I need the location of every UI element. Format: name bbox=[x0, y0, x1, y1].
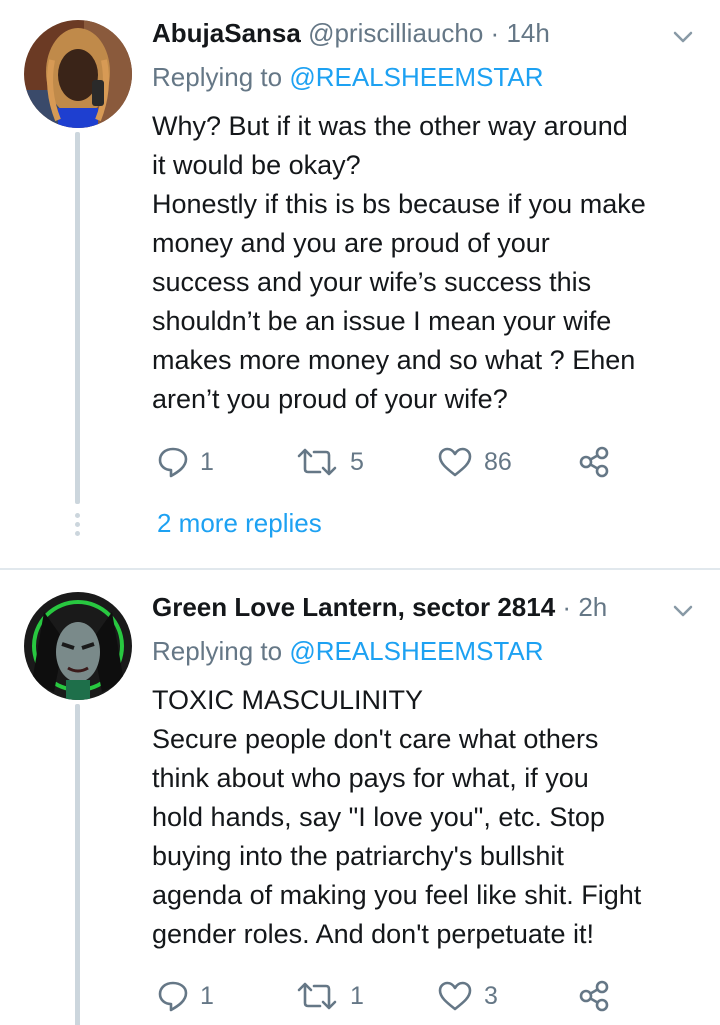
like-button[interactable]: 86 bbox=[438, 442, 512, 482]
reply-button[interactable]: 1 bbox=[158, 442, 214, 482]
thread-more-dots bbox=[75, 513, 80, 540]
retweet-icon bbox=[297, 982, 337, 1010]
timestamp[interactable]: 14h bbox=[506, 18, 549, 48]
tweet-header: Green Love Lantern, sector 2814 · 2h bbox=[152, 590, 607, 624]
like-count: 86 bbox=[484, 447, 512, 476]
replying-to: Replying to @REALSHEEMSTAR bbox=[152, 60, 544, 94]
tweet-text-line: Honestly if this is bs because if you ma… bbox=[152, 189, 646, 219]
retweet-count: 1 bbox=[350, 981, 364, 1010]
tweet-text: Why? But if it was the other way around … bbox=[152, 107, 702, 419]
replying-to-label: Replying to bbox=[152, 636, 290, 666]
tweet-text-line: buying into the patriarchy's bullshit bbox=[152, 841, 564, 871]
share-button[interactable] bbox=[578, 442, 610, 482]
chevron-down-icon[interactable] bbox=[672, 600, 694, 622]
reply-button[interactable]: 1 bbox=[158, 976, 214, 1016]
thread-line bbox=[75, 704, 80, 1025]
avatar[interactable] bbox=[24, 20, 132, 128]
tweet-text-line: hold hands, say "I love you", etc. Stop bbox=[152, 802, 605, 832]
share-button[interactable] bbox=[578, 976, 610, 1016]
like-count: 3 bbox=[484, 981, 498, 1010]
timestamp[interactable]: 2h bbox=[578, 592, 607, 622]
tweet-text-line: money and you are proud of your bbox=[152, 228, 550, 258]
tweet-text-line: shouldn’t be an issue I mean your wife bbox=[152, 306, 612, 336]
tweet-2[interactable]: Green Love Lantern, sector 2814 · 2h Rep… bbox=[0, 570, 720, 1025]
action-bar: 1 5 86 bbox=[152, 442, 632, 482]
tweet-text-line: success and your wife’s success this bbox=[152, 267, 592, 297]
replying-to-label: Replying to bbox=[152, 62, 290, 92]
user-handle[interactable]: @priscilliaucho bbox=[308, 18, 483, 48]
tweet-text-line: Why? But if it was the other way around bbox=[152, 111, 628, 141]
share-icon bbox=[579, 980, 609, 1012]
tweet-text-line: it would be okay? bbox=[152, 150, 361, 180]
avatar[interactable] bbox=[24, 592, 132, 700]
tweet-header: AbujaSansa @priscilliaucho · 14h bbox=[152, 16, 550, 50]
chevron-down-icon[interactable] bbox=[672, 26, 694, 48]
heart-icon bbox=[438, 447, 472, 477]
like-button[interactable]: 3 bbox=[438, 976, 498, 1016]
reply-count: 1 bbox=[200, 981, 214, 1010]
retweet-button[interactable]: 1 bbox=[296, 976, 364, 1016]
retweet-button[interactable]: 5 bbox=[296, 442, 364, 482]
replying-to-mention[interactable]: @REALSHEEMSTAR bbox=[289, 636, 543, 666]
display-name[interactable]: AbujaSansa bbox=[152, 18, 301, 48]
replying-to: Replying to @REALSHEEMSTAR bbox=[152, 634, 544, 668]
share-icon bbox=[579, 446, 609, 478]
tweet-text-line: aren’t you proud of your wife? bbox=[152, 384, 508, 414]
retweet-icon bbox=[297, 448, 337, 476]
thread-line bbox=[75, 132, 80, 504]
action-bar: 1 1 3 bbox=[152, 976, 632, 1016]
tweet-text-line: TOXIC MASCULINITY bbox=[152, 685, 424, 715]
reply-icon bbox=[158, 981, 188, 1012]
display-name[interactable]: Green Love Lantern, sector 2814 bbox=[152, 592, 555, 622]
tweet-text-line: think about who pays for what, if you bbox=[152, 763, 589, 793]
retweet-count: 5 bbox=[350, 447, 364, 476]
replying-to-mention[interactable]: @REALSHEEMSTAR bbox=[289, 62, 543, 92]
separator-dot: · bbox=[490, 18, 500, 48]
tweet-text-line: makes more money and so what ? Ehen bbox=[152, 345, 636, 375]
tweet-text-line: agenda of making you feel like shit. Fig… bbox=[152, 880, 642, 910]
heart-icon bbox=[438, 981, 472, 1011]
reply-icon bbox=[158, 447, 188, 478]
separator-dot: · bbox=[562, 592, 572, 622]
more-replies-link[interactable]: 2 more replies bbox=[157, 506, 322, 540]
tweet-text-line: Secure people don't care what others bbox=[152, 724, 599, 754]
tweet-text-line: gender roles. And don't perpetuate it! bbox=[152, 919, 594, 949]
reply-count: 1 bbox=[200, 447, 214, 476]
tweet-1[interactable]: AbujaSansa @priscilliaucho · 14h Replyin… bbox=[0, 0, 720, 568]
tweet-text: TOXIC MASCULINITY Secure people don't ca… bbox=[152, 681, 702, 954]
